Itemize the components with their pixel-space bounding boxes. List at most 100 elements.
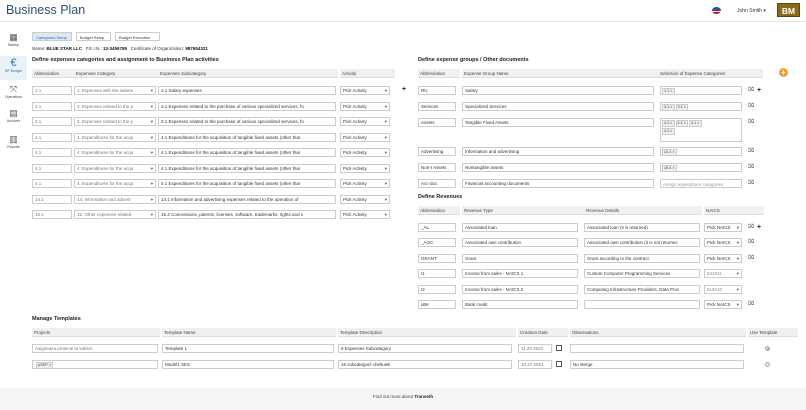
revenue-abbr-field[interactable]: _AL: [418, 223, 456, 232]
revenue-details-field[interactable]: Associated loan (it is returned): [584, 223, 700, 232]
template-name-field[interactable]: Model1 SES: [162, 360, 334, 369]
expense-category-select[interactable]: 4. Expenditures for the acqu: [74, 164, 156, 173]
group-abbr-field[interactable]: Acc-doc: [418, 179, 456, 188]
revenue-type-field[interactable]: Associated loan: [462, 223, 578, 232]
sidebar-item-archives[interactable]: ▤ Archives: [0, 106, 27, 130]
expense-category-select[interactable]: 4. Expenditures for the acqu: [74, 133, 156, 142]
add-group-row-icon[interactable]: +: [757, 87, 761, 94]
expense-subcategory-field[interactable]: 4.1 Expenditures for the acquisition of …: [158, 133, 336, 142]
group-abbr-field[interactable]: Services: [418, 102, 456, 111]
expense-categories-multiselect[interactable]: 14.1×: [660, 147, 742, 156]
activity-select[interactable]: Pick Activity: [340, 195, 390, 204]
sidebar-item-reports[interactable]: ▥ Reports: [0, 132, 27, 156]
tab-categories-setup[interactable]: Categories Setup: [32, 32, 72, 41]
trash-icon[interactable]: ⌧: [748, 103, 754, 109]
footer-brand-link[interactable]: Transeth: [414, 394, 433, 399]
expense-categories-multiselect[interactable]: Assign expenditure categories: [660, 179, 742, 188]
expense-categories-multiselect[interactable]: 1.1×: [660, 86, 742, 95]
expense-subcategory-field[interactable]: 15.4 Concessions, patents, licenses, sof…: [158, 210, 336, 219]
chip-remove-icon[interactable]: ×: [684, 105, 686, 109]
expense-category-select[interactable]: 4. Expenditures for the acqu: [74, 179, 156, 188]
revenue-abbr-field[interactable]: I1: [418, 269, 456, 278]
expense-categories-multiselect[interactable]: 3.1× 3.1×: [660, 102, 742, 111]
category-chip[interactable]: 3.1×: [662, 104, 675, 111]
naics-select[interactable]: 518210: [704, 285, 742, 294]
revenue-abbr-field[interactable]: xBK: [418, 300, 456, 309]
template-description-field[interactable]: 5 Expenses Subcategory: [338, 344, 512, 353]
activity-select[interactable]: Pick Activity: [340, 86, 390, 95]
naics-select[interactable]: Pick NAICS: [704, 254, 742, 263]
user-menu[interactable]: John Smith ▾: [737, 8, 766, 14]
expense-subcategory-field[interactable]: 3.1 Expenses related to the purchase of …: [158, 117, 336, 126]
chip-remove-icon[interactable]: ×: [49, 363, 51, 367]
expense-category-select[interactable]: 15. Other expenses related: [74, 210, 156, 219]
group-name-field[interactable]: Specialized Services: [462, 102, 654, 111]
revenue-details-field[interactable]: Grant according to the contract: [584, 254, 700, 263]
sidebar-item-operations[interactable]: ⤧ Operations: [0, 82, 27, 106]
group-name-field[interactable]: Financial accounting documents: [462, 179, 654, 188]
expense-abbr-field[interactable]: 1.1: [32, 86, 72, 95]
expense-subcategory-field[interactable]: 3.1 Expenses related to the purchase of …: [158, 102, 336, 111]
trash-icon[interactable]: ⌧: [748, 301, 754, 307]
expense-category-select[interactable]: 3. Expenses related to the p: [74, 117, 156, 126]
expense-categories-multiselect[interactable]: 4.1× 4.1× 4.1× 4.1×: [660, 118, 742, 142]
trash-icon[interactable]: ⌧: [748, 255, 754, 261]
expense-abbr-field[interactable]: 3.1: [32, 102, 72, 111]
activity-select[interactable]: Pick Activity: [340, 179, 390, 188]
activity-select[interactable]: Pick Activity: [340, 102, 390, 111]
expense-subcategory-field[interactable]: 14.1 Information and advertising expense…: [158, 195, 336, 204]
activity-select[interactable]: Pick Activity: [340, 148, 390, 157]
category-chip[interactable]: 4.1×: [689, 120, 702, 127]
template-description-field[interactable]: 15 subcategorii cheltuieli: [338, 360, 512, 369]
trash-icon[interactable]: ⌧: [748, 224, 754, 230]
naics-select[interactable]: Pick NAICS: [704, 238, 742, 247]
category-chip[interactable]: 1.1×: [662, 88, 675, 95]
calendar-icon[interactable]: [556, 361, 562, 367]
chip-remove-icon[interactable]: ×: [697, 121, 699, 125]
category-chip[interactable]: 15.4×: [662, 165, 677, 172]
chip-remove-icon[interactable]: ×: [670, 121, 672, 125]
expense-abbr-field[interactable]: 14.1: [32, 195, 72, 204]
group-abbr-field[interactable]: Advertising: [418, 147, 456, 156]
group-abbr-field[interactable]: RU: [418, 86, 456, 95]
add-group-icon[interactable]: +: [779, 68, 788, 77]
template-date-field[interactable]: 11.20.2022: [518, 344, 552, 353]
template-projects-field[interactable]: pSEP×: [32, 360, 158, 369]
chip-remove-icon[interactable]: ×: [670, 89, 672, 93]
expense-abbr-field[interactable]: 4.1: [32, 133, 72, 142]
expense-abbr-field[interactable]: 4.1: [32, 164, 72, 173]
revenue-type-field[interactable]: Bank credit: [462, 300, 578, 309]
trash-icon[interactable]: ⌧: [748, 164, 754, 170]
trash-icon[interactable]: ⌧: [748, 239, 754, 245]
use-template-radio[interactable]: [765, 346, 770, 351]
group-name-field[interactable]: Salary: [462, 86, 654, 95]
us-flag-icon[interactable]: [712, 7, 721, 14]
expense-category-select[interactable]: 1. Expenses with the salarie: [74, 86, 156, 95]
calendar-icon[interactable]: [556, 345, 562, 351]
group-name-field[interactable]: Information and advertising: [462, 147, 654, 156]
trash-icon[interactable]: ⌧: [748, 148, 754, 154]
category-chip[interactable]: 4.1×: [675, 120, 688, 127]
expense-category-select[interactable]: 3. Expenses related to the p: [74, 102, 156, 111]
category-chip[interactable]: 3.1×: [675, 104, 688, 111]
chip-remove-icon[interactable]: ×: [670, 105, 672, 109]
category-chip[interactable]: 4.1×: [662, 128, 675, 135]
project-chip[interactable]: pSEP×: [36, 362, 53, 368]
group-name-field[interactable]: Tangible Fixed Assets: [462, 118, 654, 127]
expense-category-select[interactable]: 14. Information and adverti: [74, 195, 156, 204]
trash-icon[interactable]: ⌧: [748, 119, 754, 125]
group-name-field[interactable]: Nontangible assets: [462, 163, 654, 172]
tab-budget-execution[interactable]: Budget Execution: [115, 32, 160, 41]
revenue-details-field[interactable]: [584, 300, 700, 309]
add-expense-row-icon[interactable]: +: [402, 86, 406, 93]
naics-select[interactable]: Pick NAICS: [704, 223, 742, 232]
activity-select[interactable]: Pick Activity: [340, 133, 390, 142]
chip-remove-icon[interactable]: ×: [670, 129, 672, 133]
group-abbr-field[interactable]: Non-t Assets: [418, 163, 456, 172]
naics-select[interactable]: 541511: [704, 269, 742, 278]
template-name-field[interactable]: Template 1: [162, 344, 334, 353]
revenue-abbr-field[interactable]: I2: [418, 285, 456, 294]
sidebar-item-bp-budget[interactable]: € BP Budget: [0, 56, 27, 80]
expense-category-select[interactable]: 4. Expenditures for the acqu: [74, 148, 156, 157]
tab-budget-setup[interactable]: Budget Setup: [76, 32, 111, 41]
